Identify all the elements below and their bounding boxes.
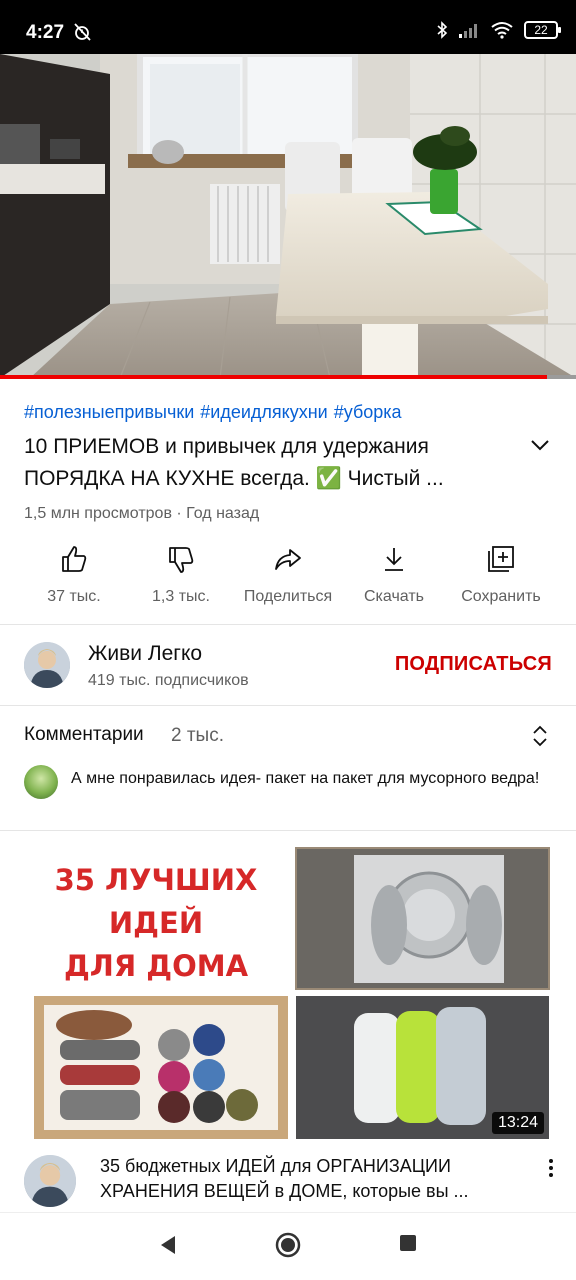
comments-count: 2 тыс.	[171, 725, 224, 746]
status-bar: 4:27 22	[0, 0, 576, 54]
alarm-off-icon	[74, 23, 91, 41]
dislike-button[interactable]: 1,3 тыс.	[126, 540, 236, 606]
video-progress-fill	[0, 375, 548, 379]
like-button[interactable]: 37 тыс.	[19, 540, 129, 606]
thumbnail-caption-line: ИДЕЙ	[108, 906, 204, 940]
back-icon[interactable]	[157, 1233, 179, 1257]
thumbnail-caption: 35 ЛУЧШИХ ИДЕЙ ДЛЯ ДОМА	[24, 859, 288, 988]
system-nav-bar	[0, 1212, 576, 1280]
share-icon	[275, 549, 301, 570]
dislike-count: 1,3 тыс.	[152, 588, 210, 605]
hashtag-link[interactable]: #идеидлякухни	[200, 402, 327, 422]
video-meta: 1,5 млн просмотров · Год назад	[24, 505, 260, 522]
video-player[interactable]	[0, 54, 576, 378]
signal-icon	[459, 24, 477, 38]
recommended-channel-avatar[interactable]	[24, 1155, 76, 1207]
channel-avatar[interactable]	[24, 642, 70, 688]
recommended-channel-avatar-image	[24, 1155, 76, 1207]
divider	[0, 624, 576, 625]
save-label: Сохранить	[461, 588, 541, 605]
hashtag-link[interactable]: #уборка	[334, 402, 402, 422]
share-button[interactable]: Поделиться	[233, 540, 343, 606]
recommended-video-title[interactable]: 35 бюджетных ИДЕЙ для ОРГАНИЗАЦИИ ХРАНЕН…	[100, 1154, 520, 1204]
thumbnail-caption-line: 35 ЛУЧШИХ	[54, 863, 258, 897]
hashtags: #полезныепривычки #идеидлякухни #уборка	[24, 402, 408, 423]
bluetooth-icon	[437, 21, 448, 39]
thumbs-down-icon	[169, 547, 194, 573]
share-label: Поделиться	[243, 588, 333, 605]
more-options-icon[interactable]	[545, 1158, 557, 1178]
video-title-line: ПОРЯДКА НА КУХНЕ всегда. ✅ Чистый ...	[24, 467, 444, 490]
thumbnail-caption-line: ДЛЯ ДОМА	[63, 949, 249, 983]
subscribe-button[interactable]: ПОДПИСАТЬСЯ	[395, 653, 552, 676]
divider	[0, 830, 576, 831]
download-button[interactable]: Скачать	[339, 540, 449, 606]
recommended-video-thumbnail[interactable]: 35 ЛУЧШИХ ИДЕЙ ДЛЯ ДОМА 13:24	[24, 845, 552, 1142]
download-icon	[385, 548, 403, 571]
comments-title: Комментарии	[24, 724, 144, 745]
recents-icon[interactable]	[398, 1233, 418, 1253]
add-to-playlist-icon	[488, 546, 514, 572]
expand-chevron-icon[interactable]	[528, 433, 552, 457]
video-progress-bar[interactable]	[0, 375, 576, 379]
save-button[interactable]: Сохранить	[446, 540, 556, 606]
hashtag-link[interactable]: #полезныепривычки	[24, 402, 194, 422]
commenter-avatar	[24, 765, 58, 799]
top-comment-text: А мне понравилась идея- пакет на пакет д…	[71, 770, 540, 787]
video-frame-image	[0, 54, 576, 378]
recommended-title-line: ХРАНЕНИЯ ВЕЩЕЙ в ДОМЕ, которые вы ...	[100, 1181, 469, 1201]
channel-avatar-image	[24, 642, 70, 688]
divider	[0, 705, 576, 706]
status-icons: 22	[436, 20, 561, 40]
thumbs-up-icon	[62, 546, 87, 572]
action-row: 37 тыс. 1,3 тыс. Поделиться Скачать Сохр…	[0, 540, 576, 620]
wifi-icon	[491, 22, 513, 39]
home-icon[interactable]	[274, 1231, 302, 1259]
channel-subscribers: 419 тыс. подписчиков	[88, 672, 249, 689]
recommended-title-line: 35 бюджетных ИДЕЙ для ОРГАНИЗАЦИИ	[100, 1156, 451, 1176]
video-title-line: 10 ПРИЕМОВ и привычек для удержания	[24, 435, 429, 458]
video-title[interactable]: 10 ПРИЕМОВ и привычек для удержания ПОРЯ…	[24, 431, 504, 495]
battery-indicator: 22	[524, 21, 561, 39]
download-label: Скачать	[364, 588, 424, 605]
video-duration-badge: 13:24	[491, 1112, 544, 1134]
expand-collapse-icon[interactable]	[530, 723, 550, 749]
status-time: 4:27	[26, 22, 65, 43]
channel-name[interactable]: Живи Легко	[88, 642, 202, 666]
like-count: 37 тыс.	[47, 588, 101, 605]
